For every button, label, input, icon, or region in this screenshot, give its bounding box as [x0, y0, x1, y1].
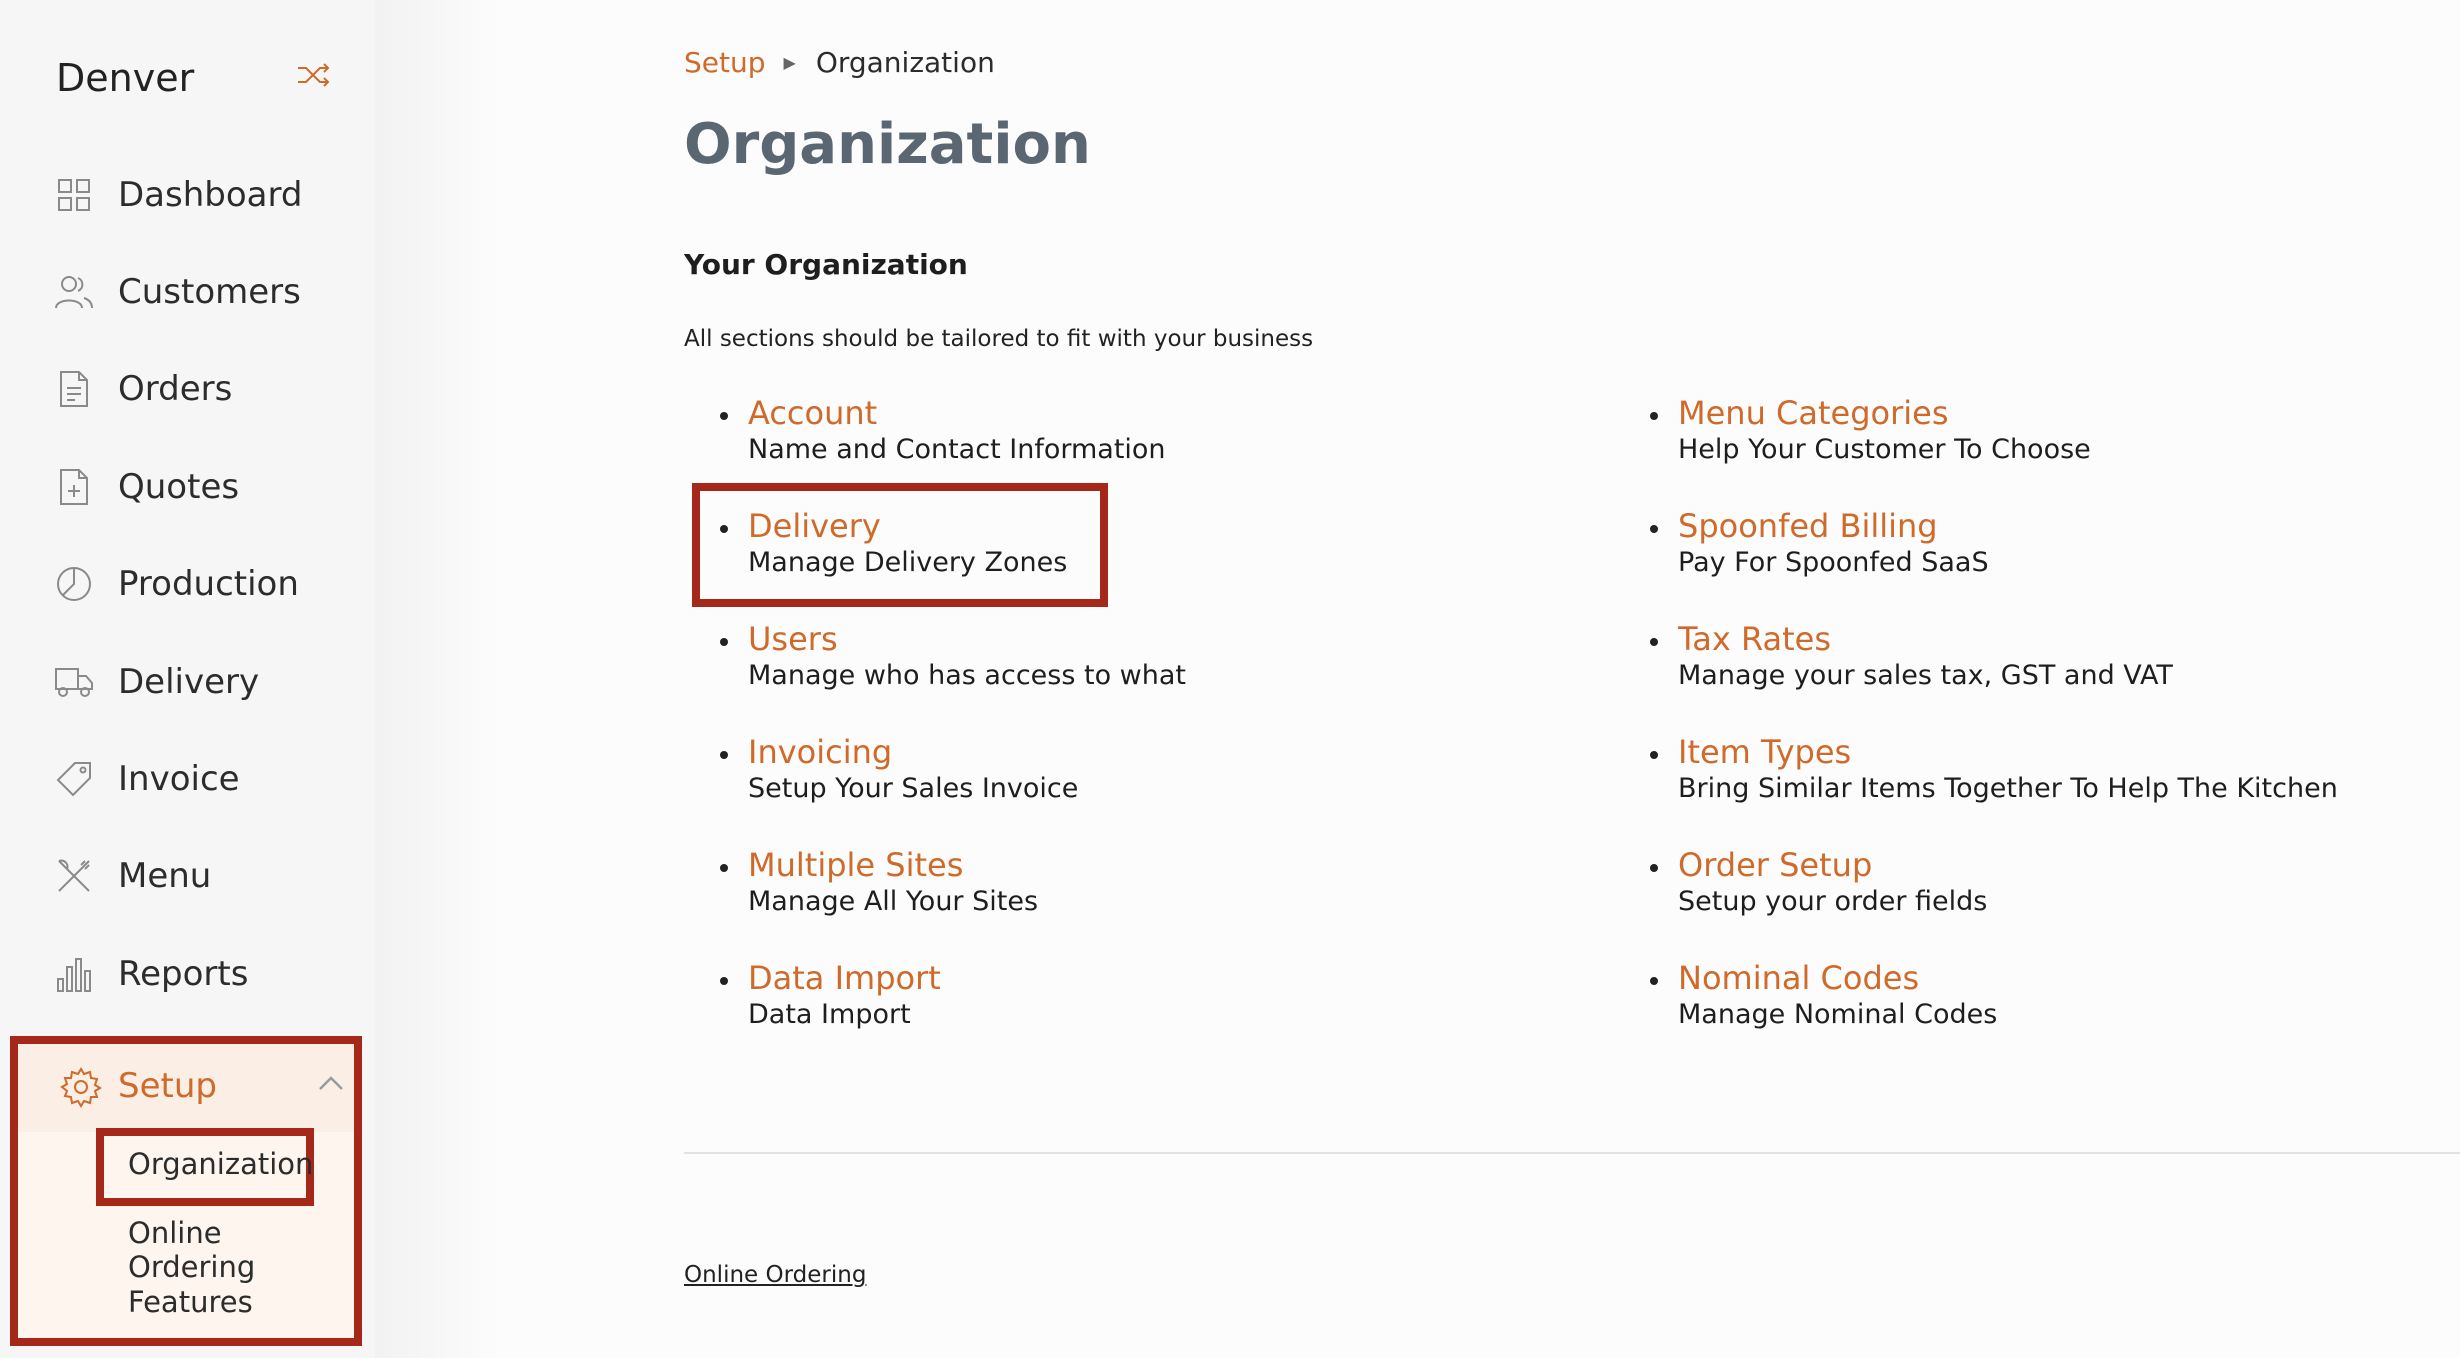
breadcrumb-setup-link[interactable]: Setup: [684, 46, 766, 79]
menu-categories-description: Help Your Customer To Choose: [1678, 434, 2091, 465]
item-types-description: Bring Similar Items Together To Help The…: [1678, 773, 2338, 804]
bullet: [1650, 751, 1658, 759]
sidebar-item-label: Customers: [118, 272, 301, 312]
sidebar-item-label: Menu: [118, 856, 212, 896]
invoicing-description: Setup Your Sales Invoice: [748, 773, 1079, 804]
multiple-sites-link[interactable]: Multiple Sites: [748, 846, 963, 884]
bullet: [1650, 412, 1658, 420]
sidebar-item-production[interactable]: Production: [0, 549, 375, 619]
delivery-truck-icon: [54, 662, 94, 702]
sidebar-subitem-online-ordering[interactable]: Online Ordering: [128, 1216, 354, 1284]
spoonfed-billing-link[interactable]: Spoonfed Billing: [1678, 507, 1938, 545]
order-setup-link[interactable]: Order Setup: [1678, 846, 1872, 884]
bullet: [1650, 638, 1658, 646]
sidebar-item-invoice[interactable]: Invoice: [0, 744, 375, 814]
sidebar-item-reports[interactable]: Reports: [0, 939, 375, 1009]
sidebar-item-label: Delivery: [118, 662, 260, 702]
delivery-highlight-box: [692, 483, 1108, 607]
data-import-link[interactable]: Data Import: [748, 959, 941, 997]
sidebar-item-orders[interactable]: Orders: [0, 354, 375, 424]
sidebar-item-label: Reports: [118, 954, 249, 994]
menu-utensils-icon: [54, 856, 94, 896]
bullet: [1650, 864, 1658, 872]
bullet: [1650, 977, 1658, 985]
sidebar-item-setup[interactable]: Setup: [18, 1044, 354, 1132]
multiple-sites-description: Manage All Your Sites: [748, 886, 1039, 917]
page-title: Organization: [684, 112, 1091, 177]
bullet: [720, 864, 728, 872]
section-heading: Your Organization: [684, 248, 968, 281]
sidebar-item-label: Quotes: [118, 467, 240, 507]
sidebar-item-dashboard[interactable]: Dashboard: [0, 160, 375, 230]
brand-name: Denver: [56, 56, 195, 100]
data-import-description: Data Import: [748, 999, 911, 1030]
bullet: [1650, 525, 1658, 533]
orders-document-icon: [54, 369, 94, 409]
sidebar-item-label: Invoice: [118, 759, 240, 799]
sidebar-item-label: Production: [118, 564, 299, 604]
invoicing-link[interactable]: Invoicing: [748, 733, 892, 771]
tax-rates-description: Manage your sales tax, GST and VAT: [1678, 660, 2173, 691]
sidebar-subitem-features[interactable]: Features: [128, 1285, 253, 1319]
chevron-up-icon[interactable]: [318, 1074, 344, 1092]
account-link[interactable]: Account: [748, 394, 877, 432]
users-link[interactable]: Users: [748, 620, 838, 658]
production-pie-icon: [54, 564, 94, 604]
item-types-link[interactable]: Item Types: [1678, 733, 1851, 771]
nominal-codes-link[interactable]: Nominal Codes: [1678, 959, 1919, 997]
dashboard-grid-icon: [54, 175, 94, 215]
bullet: [720, 751, 728, 759]
sidebar-item-label: Dashboard: [118, 175, 303, 215]
bullet: [720, 638, 728, 646]
breadcrumb-current: Organization: [815, 46, 995, 79]
divider: [684, 1152, 2460, 1154]
account-description: Name and Contact Information: [748, 434, 1166, 465]
spoonfed-billing-description: Pay For Spoonfed SaaS: [1678, 547, 1989, 578]
invoice-tag-icon: [54, 759, 94, 799]
customers-icon: [54, 272, 94, 312]
sidebar-setup-group: Setup Organization Online Ordering Featu…: [10, 1036, 362, 1346]
sidebar-item-delivery[interactable]: Delivery: [0, 647, 375, 717]
sidebar-item-label: Orders: [118, 369, 233, 409]
sidebar-subitem-organization[interactable]: Organization: [128, 1147, 313, 1181]
bullet: [720, 412, 728, 420]
gear-icon: [60, 1066, 102, 1108]
sidebar-item-customers[interactable]: Customers: [0, 257, 375, 327]
users-description: Manage who has access to what: [748, 660, 1187, 691]
sidebar: Denver Dashboard Customers Orders Quotes…: [0, 0, 375, 1358]
online-ordering-link[interactable]: Online Ordering: [684, 1262, 866, 1288]
bullet: [720, 977, 728, 985]
sidebar-item-menu[interactable]: Menu: [0, 841, 375, 911]
breadcrumb: Setup ▶ Organization: [684, 46, 995, 79]
quotes-document-plus-icon: [54, 467, 94, 507]
tax-rates-link[interactable]: Tax Rates: [1678, 620, 1831, 658]
reports-bars-icon: [54, 954, 94, 994]
sidebar-item-label: Setup: [118, 1066, 217, 1106]
nominal-codes-description: Manage Nominal Codes: [1678, 999, 1998, 1030]
breadcrumb-separator-icon: ▶: [783, 53, 796, 72]
sidebar-shadow: [375, 0, 505, 1358]
shuffle-icon[interactable]: [296, 60, 332, 90]
sidebar-item-quotes[interactable]: Quotes: [0, 452, 375, 522]
section-description: All sections should be tailored to fit w…: [684, 326, 1314, 352]
order-setup-description: Setup your order fields: [1678, 886, 1988, 917]
menu-categories-link[interactable]: Menu Categories: [1678, 394, 1949, 432]
